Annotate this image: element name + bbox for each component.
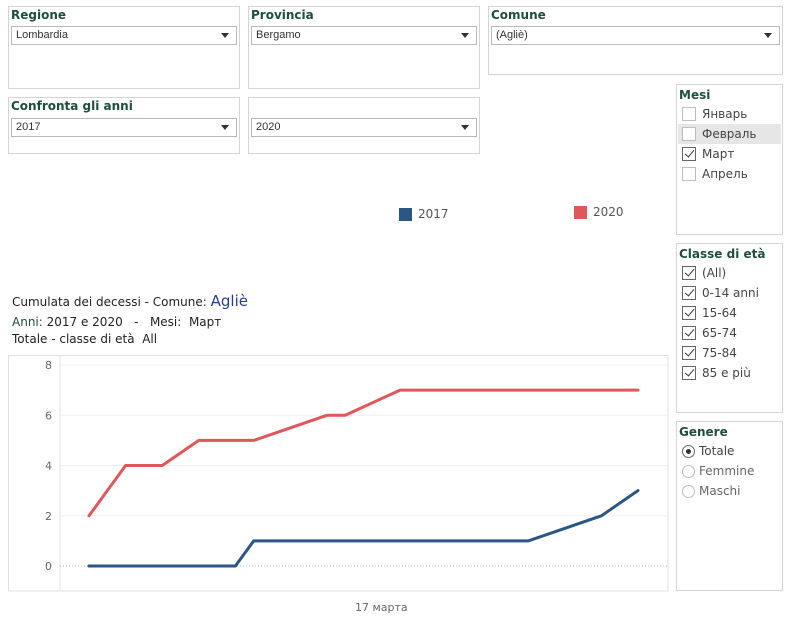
classe-eta-item-label: 65-74 (702, 326, 737, 340)
radio-selected-icon (682, 445, 695, 458)
regione-dropdown-value: Lombardia (16, 29, 68, 41)
genere-title: Genere (679, 425, 728, 439)
genere-panel: Genere Totale Femmine Maschi (676, 421, 783, 591)
y-tick-label: 2 (45, 510, 52, 523)
mesi-item-label: Январь (702, 107, 748, 121)
series-line-2020 (87, 388, 640, 518)
checkbox-checked-icon (682, 147, 696, 161)
genere-item-totale[interactable]: Totale (678, 442, 781, 462)
checkbox-checked-icon (682, 326, 696, 340)
chart-header-mesi-value: Март (188, 315, 222, 329)
series-line-2017 (87, 489, 640, 568)
genere-item-maschi[interactable]: Maschi (678, 482, 781, 502)
classe-eta-item-label: 0-14 anni (702, 286, 759, 300)
checkbox-checked-icon (682, 286, 696, 300)
checkbox-checked-icon (682, 366, 696, 380)
chart-header-anni-label: Anni: (12, 315, 47, 329)
classe-eta-item-75-84[interactable]: 75-84 (678, 343, 781, 363)
chart-header-line1: Cumulata dei decessi - Comune: Agliè (12, 292, 248, 310)
genere-item-label: Maschi (699, 484, 741, 498)
classe-eta-item-all[interactable]: (All) (678, 263, 781, 283)
classe-eta-item-label: 75-84 (702, 346, 737, 360)
year1-dropdown-value: 2017 (16, 121, 41, 133)
classe-eta-item-15-64[interactable]: 15-64 (678, 303, 781, 323)
chart-header-line3: Totale - classe di età All (12, 332, 157, 346)
checkbox-icon (682, 167, 696, 181)
confronta-filter-title: Confronta gli anni (11, 99, 133, 113)
comune-filter-title: Comune (491, 8, 546, 22)
regione-dropdown[interactable]: Lombardia (11, 26, 237, 45)
chart-header-prefix: Cumulata dei decessi - Comune: (12, 295, 211, 309)
legend-item-2020[interactable]: 2020 (574, 204, 634, 220)
chevron-down-icon (764, 33, 772, 38)
chart-header-mesi-label: Mesi: (149, 315, 189, 329)
chart-header-totale-label: Totale - classe di età (12, 332, 143, 346)
chevron-down-icon (221, 125, 229, 130)
classe-eta-item-label: 15-64 (702, 306, 737, 320)
chart-header-separator: - (122, 315, 150, 329)
genere-item-femmine[interactable]: Femmine (678, 462, 781, 482)
confronta-filter: Confronta gli anni 2017 (8, 97, 240, 154)
mesi-item-label: Февраль (702, 127, 757, 141)
checkbox-icon (682, 107, 696, 121)
comune-dropdown[interactable]: (Agliè) (491, 26, 780, 45)
mesi-item-label: Апрель (702, 167, 748, 181)
classe-eta-title: Classe di età (679, 247, 766, 261)
legend-label: 2020 (593, 205, 624, 219)
legend-swatch-2017 (399, 208, 412, 221)
classe-eta-item-85-plus[interactable]: 85 e più (678, 363, 781, 383)
provincia-dropdown[interactable]: Bergamo (251, 26, 477, 45)
chevron-down-icon (461, 125, 469, 130)
mesi-item-january[interactable]: Январь (678, 104, 781, 124)
checkbox-checked-icon (682, 306, 696, 320)
chart-header-anni-value: 2017 e 2020 (46, 315, 123, 329)
comune-filter: Comune (Agliè) (488, 6, 783, 75)
radio-icon (682, 485, 695, 498)
regione-filter: Regione Lombardia (8, 6, 240, 89)
chart-header-comune: Agliè (210, 292, 248, 310)
year2-filter: 2020 (248, 97, 480, 154)
mesi-item-label: Март (702, 147, 735, 161)
radio-icon (682, 465, 695, 478)
legend-label: 2017 (418, 207, 449, 221)
chevron-down-icon (461, 33, 469, 38)
checkbox-checked-icon (682, 266, 696, 280)
year2-dropdown[interactable]: 2020 (251, 118, 477, 137)
classe-eta-item-label: (All) (702, 266, 727, 280)
genere-item-label: Femmine (699, 464, 755, 478)
legend-item-2017[interactable]: 2017 (399, 206, 459, 222)
classe-eta-item-65-74[interactable]: 65-74 (678, 323, 781, 343)
mesi-item-february[interactable]: Февраль (678, 124, 781, 144)
genere-item-label: Totale (699, 444, 735, 458)
comune-dropdown-value: (Agliè) (496, 29, 528, 41)
legend-swatch-2020 (574, 206, 587, 219)
y-tick-label: 8 (45, 359, 52, 372)
checkbox-checked-icon (682, 346, 696, 360)
mesi-panel: Mesi Январь Февраль Март Апрель (676, 84, 783, 235)
year1-dropdown[interactable]: 2017 (11, 118, 237, 137)
mesi-title: Mesi (679, 88, 711, 102)
checkbox-icon (682, 127, 696, 141)
provincia-filter-title: Provincia (251, 8, 314, 22)
y-tick-label: 0 (45, 560, 52, 573)
classe-eta-panel: Classe di età (All) 0-14 anni 15-64 65-7… (676, 243, 783, 413)
provincia-dropdown-value: Bergamo (256, 29, 301, 41)
mesi-item-april[interactable]: Апрель (678, 164, 781, 184)
classe-eta-item-label: 85 e più (702, 366, 751, 380)
chart-header-line2: Anni: 2017 e 2020 - Mesi: Март (12, 315, 221, 329)
provincia-filter: Provincia Bergamo (248, 6, 480, 89)
x-axis-category-label: 17 марта (355, 601, 408, 614)
mesi-item-march[interactable]: Март (678, 144, 781, 164)
year2-dropdown-value: 2020 (256, 121, 281, 133)
classe-eta-item-0-14[interactable]: 0-14 anni (678, 283, 781, 303)
chevron-down-icon (221, 33, 229, 38)
regione-filter-title: Regione (11, 8, 67, 22)
y-tick-label: 6 (45, 409, 52, 422)
cumulative-deaths-chart: 0 2 4 6 8 (8, 355, 669, 592)
y-tick-label: 4 (45, 460, 52, 473)
chart-header-totale-value: All (142, 332, 158, 346)
